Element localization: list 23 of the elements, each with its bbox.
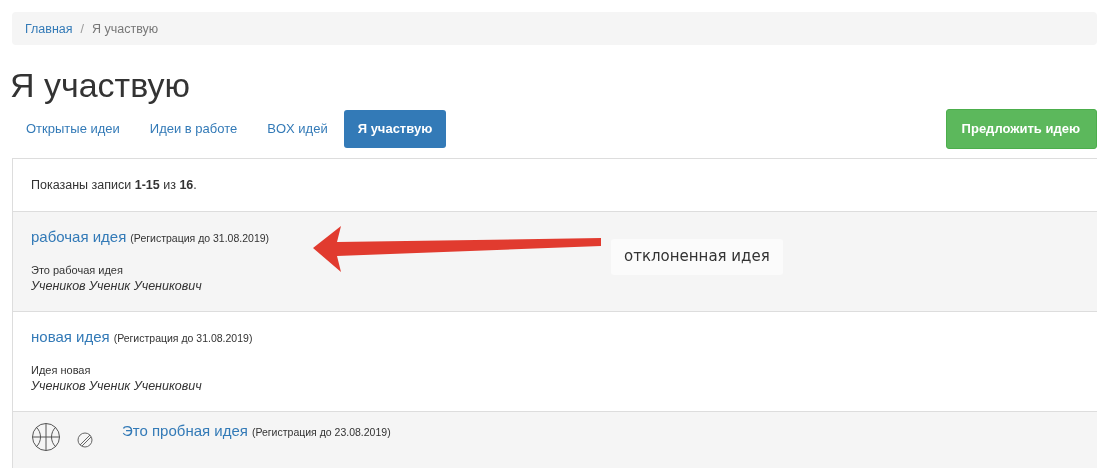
- propose-idea-button[interactable]: Предложить идею: [945, 109, 1097, 149]
- idea-author: Учеников Ученик Ученикович: [31, 279, 203, 293]
- idea-description: Идея новая: [31, 364, 92, 376]
- registration-deadline: (Регистрация до 23.08.2019): [251, 426, 391, 438]
- registration-deadline: (Регистрация до 31.08.2019): [130, 232, 270, 244]
- records-summary: Показаны записи 1-15 из 16.: [31, 178, 197, 192]
- basketball-icon: [31, 422, 61, 452]
- ball-icon: [77, 432, 93, 448]
- breadcrumb-link[interactable]: Главная: [25, 21, 73, 36]
- idea-description: Это рабочая идея: [31, 264, 124, 276]
- idea-title-link[interactable]: новая идея: [31, 328, 110, 345]
- idea-title-link[interactable]: Это пробная идея: [122, 422, 248, 439]
- nav-tab[interactable]: Открытые идеи: [12, 110, 134, 148]
- nav-tab[interactable]: Я участвую: [343, 110, 447, 148]
- idea-author: Учеников Ученик Ученикович: [31, 379, 203, 393]
- breadcrumb-current: Я участвую: [92, 21, 159, 36]
- annotation-label: отклоненная идея: [611, 239, 783, 275]
- registration-deadline: (Регистрация до 31.08.2019): [113, 332, 253, 344]
- idea-title-link[interactable]: рабочая идея: [31, 228, 127, 245]
- page-title: Я участвую: [10, 67, 191, 103]
- nav-tab[interactable]: BOX идей: [253, 110, 342, 148]
- breadcrumb-separator: /: [80, 21, 85, 36]
- nav-tab[interactable]: Идеи в работе: [135, 110, 252, 148]
